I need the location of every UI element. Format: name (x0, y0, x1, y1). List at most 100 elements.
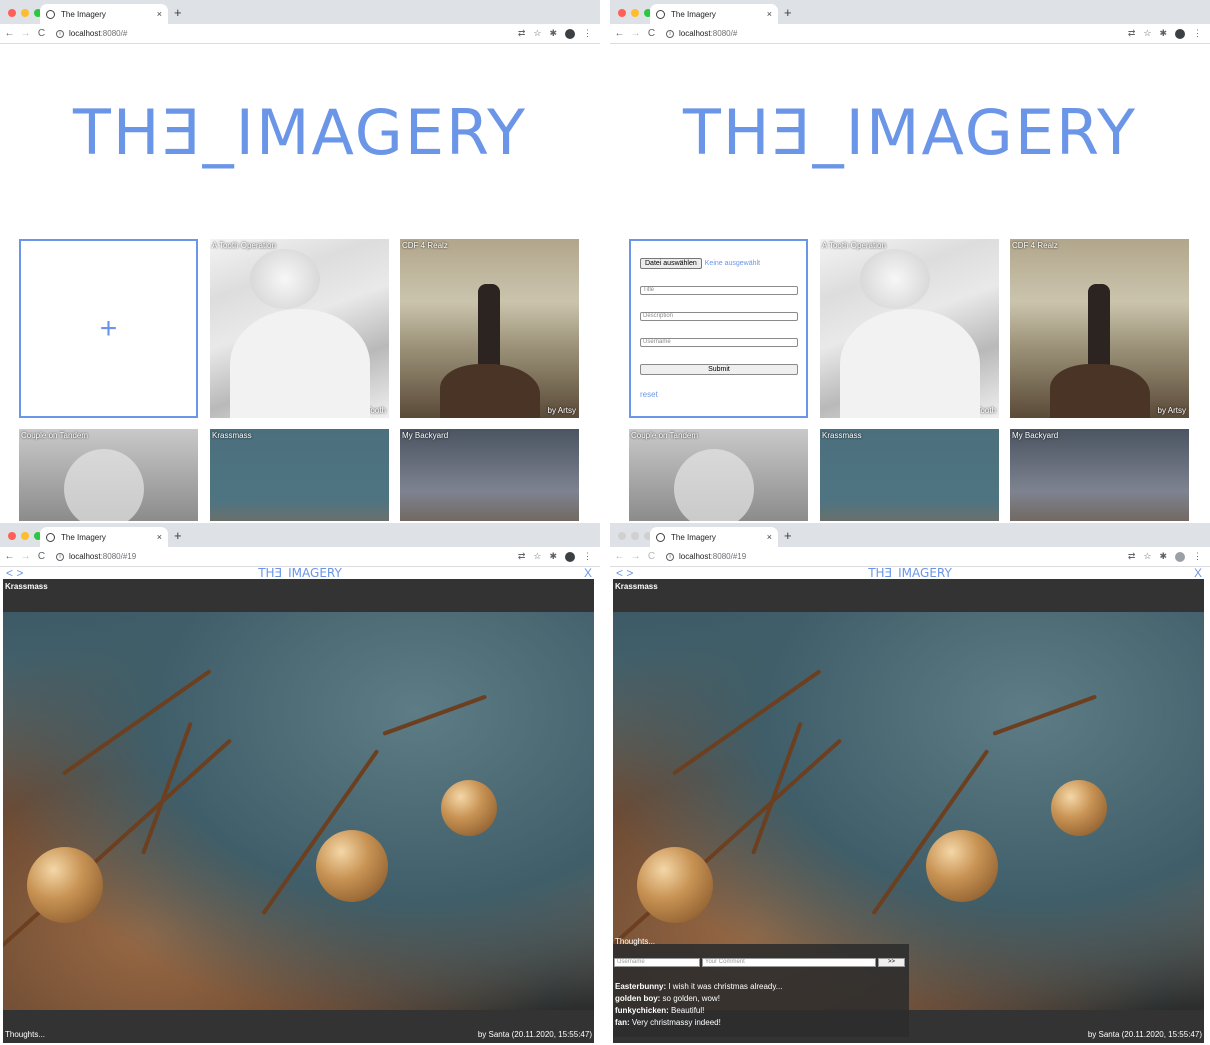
screenshot-upload: The Imagery × + ← → C i localhost:8080/# … (610, 0, 1210, 521)
comment-text: so golden, wow! (660, 994, 720, 1003)
extensions-icon[interactable]: ✱ (549, 551, 557, 562)
comment-user: Easterbunny: (615, 982, 667, 991)
browser-tab[interactable]: The Imagery × (650, 527, 778, 547)
translate-icon[interactable]: ⇄ (1128, 28, 1136, 39)
account-icon[interactable] (565, 551, 575, 562)
reload-icon[interactable]: C (645, 28, 658, 39)
menu-icon[interactable]: ⋮ (1193, 28, 1202, 39)
new-tab-button[interactable]: + (784, 6, 792, 20)
card-title: My Backyard (402, 431, 449, 440)
menu-icon[interactable]: ⋮ (1193, 551, 1202, 562)
reload-icon[interactable]: C (35, 28, 48, 39)
thoughts-toggle[interactable]: Thoughts... (615, 937, 655, 946)
extensions-icon[interactable]: ✱ (1159, 28, 1167, 39)
close-tab-icon[interactable]: × (767, 9, 772, 19)
close-button[interactable]: X (584, 566, 592, 580)
add-image-button[interactable]: + (19, 239, 198, 418)
gallery-card[interactable]: CDF 4 Realz by Artsy (400, 239, 579, 418)
close-button[interactable]: X (1194, 566, 1202, 580)
tab-title: The Imagery (671, 9, 716, 19)
title-input[interactable]: Title (640, 286, 798, 295)
site-logo[interactable]: THƎ_IMAGERY (610, 96, 1210, 169)
address-bar[interactable]: i localhost:8080/#19 (56, 552, 136, 561)
new-tab-button[interactable]: + (174, 529, 182, 543)
tab-bar: The Imagery × + (0, 523, 600, 547)
address-bar[interactable]: i localhost:8080/# (56, 29, 127, 38)
gallery-card[interactable]: My Backyard (1010, 429, 1189, 521)
gallery-card[interactable]: Krassmass (210, 429, 389, 521)
gallery-card[interactable]: Krassmass (820, 429, 999, 521)
reload-icon[interactable]: C (645, 551, 658, 562)
back-icon[interactable]: ← (613, 551, 626, 562)
menu-icon[interactable]: ⋮ (583, 551, 592, 562)
url-host: localhost (679, 29, 711, 38)
info-icon[interactable]: i (56, 29, 64, 38)
menu-icon[interactable]: ⋮ (583, 28, 592, 39)
address-bar[interactable]: i localhost:8080/# (666, 29, 737, 38)
browser-tab[interactable]: The Imagery × (40, 527, 168, 547)
gallery-card[interactable]: Couple on Tandem (629, 429, 808, 521)
globe-icon (46, 532, 55, 542)
close-tab-icon[interactable]: × (157, 9, 162, 19)
back-icon[interactable]: ← (3, 28, 16, 39)
account-icon[interactable] (565, 28, 575, 39)
send-comment-button[interactable]: >> (878, 958, 905, 967)
reset-link[interactable]: reset (640, 390, 658, 399)
star-icon[interactable]: ☆ (1143, 551, 1151, 562)
description-input[interactable]: Description (640, 312, 798, 321)
card-title: CDF 4 Realz (402, 241, 448, 250)
thoughts-toggle[interactable]: Thoughts... (5, 1030, 45, 1039)
account-icon[interactable] (1175, 551, 1185, 562)
close-tab-icon[interactable]: × (767, 532, 772, 542)
extensions-icon[interactable]: ✱ (1159, 551, 1167, 562)
file-picker[interactable]: Datei auswählen Keine ausgewählt (640, 258, 760, 269)
gallery-card[interactable]: A Tooth Operation by Dr. Tooth (210, 239, 389, 418)
comment-text-input[interactable]: Your Comment (702, 958, 876, 967)
comment-username-input[interactable]: Username (614, 958, 700, 967)
translate-icon[interactable]: ⇄ (518, 551, 526, 562)
image-viewer: Krassmass Thoughts... Username Your Comm… (613, 579, 1204, 1043)
back-icon[interactable]: ← (613, 28, 626, 39)
window-controls[interactable] (618, 9, 652, 17)
star-icon[interactable]: ☆ (533, 28, 541, 39)
translate-icon[interactable]: ⇄ (518, 28, 526, 39)
extensions-icon[interactable]: ✱ (549, 28, 557, 39)
choose-file-button[interactable]: Datei auswählen (640, 258, 702, 269)
site-logo[interactable]: THƎ_IMAGERY (0, 566, 600, 580)
back-icon[interactable]: ← (3, 551, 16, 562)
gallery-card[interactable]: A Tooth Operation by Dr. Tooth (820, 239, 999, 418)
forward-icon[interactable]: → (629, 28, 642, 39)
info-icon[interactable]: i (666, 29, 674, 38)
window-controls[interactable] (618, 532, 652, 540)
forward-icon[interactable]: → (19, 551, 32, 562)
site-logo[interactable]: THƎ_IMAGERY (0, 96, 600, 169)
new-tab-button[interactable]: + (784, 529, 792, 543)
window-controls[interactable] (8, 532, 42, 540)
gallery-card[interactable]: CDF 4 Realz by Artsy (1010, 239, 1189, 418)
gallery-card[interactable]: Couple on Tandem (19, 429, 198, 521)
browser-tab[interactable]: The Imagery × (650, 4, 778, 24)
translate-icon[interactable]: ⇄ (1128, 551, 1136, 562)
card-title: A Tooth Operation (822, 241, 886, 250)
browser-tab[interactable]: The Imagery × (40, 4, 168, 24)
url-path: :8080/#19 (100, 552, 137, 561)
account-icon[interactable] (1175, 28, 1185, 39)
info-icon[interactable]: i (666, 552, 674, 561)
submit-button[interactable]: Submit (640, 364, 798, 375)
forward-icon[interactable]: → (19, 28, 32, 39)
reload-icon[interactable]: C (35, 551, 48, 562)
close-tab-icon[interactable]: × (157, 532, 162, 542)
address-bar[interactable]: i localhost:8080/#19 (666, 552, 746, 561)
gallery-card[interactable]: My Backyard (400, 429, 579, 521)
star-icon[interactable]: ☆ (533, 551, 541, 562)
url-host: localhost (679, 552, 711, 561)
info-icon[interactable]: i (56, 552, 64, 561)
forward-icon[interactable]: → (629, 551, 642, 562)
site-logo[interactable]: THƎ_IMAGERY (610, 566, 1210, 580)
new-tab-button[interactable]: + (174, 6, 182, 20)
comment-list: Easterbunny: I wish it was christmas alr… (615, 981, 782, 1029)
star-icon[interactable]: ☆ (1143, 28, 1151, 39)
window-controls[interactable] (8, 9, 42, 17)
card-title: CDF 4 Realz (1012, 241, 1058, 250)
username-input[interactable]: Username (640, 338, 798, 347)
